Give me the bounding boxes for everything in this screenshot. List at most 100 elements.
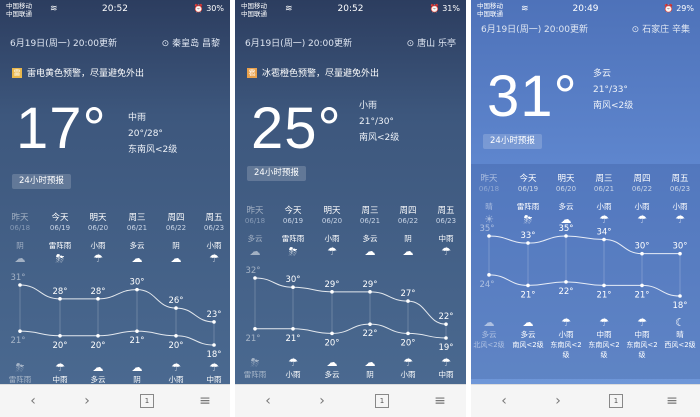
forecast-day-condition: 多云 bbox=[129, 241, 145, 250]
high-temp-point bbox=[368, 290, 372, 294]
night-forecast-3: ☁ 阴 bbox=[351, 356, 389, 380]
day-wind: 东南风<2级 bbox=[588, 341, 620, 359]
battery-level: ⏰ 30% bbox=[194, 4, 224, 13]
battery-level: ⏰ 29% bbox=[664, 4, 694, 13]
back-icon[interactable]: ‹ bbox=[495, 393, 513, 409]
tabs-button[interactable]: 1 bbox=[375, 394, 389, 408]
forecast-day-4: 周四 06/22 阴 ☁ bbox=[157, 213, 195, 265]
forecast-day-label: 周三 bbox=[361, 206, 379, 216]
low-temp-label: 22° bbox=[362, 329, 377, 339]
hourly-forecast-button[interactable]: 24小时预报 bbox=[247, 166, 306, 181]
high-temp-label: 27° bbox=[400, 289, 415, 299]
high-temp-point bbox=[640, 251, 644, 256]
weather-day-icon: ☂ bbox=[327, 245, 337, 258]
forecast-day-5: 周五 06/23 小雨 ☂ bbox=[661, 174, 699, 226]
high-temp-label: 30° bbox=[634, 242, 649, 252]
forecast-day-2: 明天 06/20 小雨 ☂ bbox=[313, 206, 351, 258]
night-forecast-5: ☂ 中雨 bbox=[427, 356, 465, 380]
back-icon[interactable]: ‹ bbox=[259, 393, 277, 409]
low-temp-label: 21° bbox=[634, 290, 649, 300]
forecast-date: 06/18 bbox=[478, 185, 500, 193]
wind-info: 南风<2级 bbox=[593, 101, 634, 111]
low-temp-point bbox=[368, 322, 372, 326]
night-condition: 阴 bbox=[366, 370, 374, 379]
high-temp-point bbox=[253, 276, 257, 280]
high-temp-point bbox=[444, 322, 448, 326]
low-temp-point bbox=[487, 273, 491, 277]
forecast-day-label: 周五 bbox=[671, 174, 689, 184]
back-icon[interactable]: ‹ bbox=[24, 393, 42, 409]
high-temp-point bbox=[602, 237, 606, 242]
forecast-date: 06/18 bbox=[244, 217, 266, 225]
day-wind: 西风<2级 bbox=[664, 341, 696, 349]
location-selector[interactable]: ⊙ 石家庄 辛集 bbox=[632, 22, 690, 35]
menu-icon[interactable]: ≡ bbox=[431, 393, 449, 409]
weather-night-icon: ☂ bbox=[561, 316, 571, 329]
low-temp-point bbox=[96, 333, 100, 338]
forecast-date: 06/22 bbox=[631, 185, 653, 193]
forecast-day-condition: 小雨 bbox=[634, 202, 650, 211]
low-temp-point bbox=[18, 329, 22, 333]
weather-day-icon: ⛈ bbox=[55, 252, 65, 265]
low-temp-point bbox=[174, 333, 178, 338]
low-temp-label: 20° bbox=[90, 341, 105, 351]
low-temp-label: 20° bbox=[52, 341, 67, 351]
low-temp-point bbox=[444, 336, 448, 340]
high-temp-label: 22° bbox=[438, 312, 453, 322]
status-bar: 中国移动 中国联通 ≋ 20:52 ⏰ 30% bbox=[0, 0, 230, 20]
low-temp-label: 20° bbox=[168, 341, 183, 351]
high-temp-label: 32° bbox=[245, 266, 260, 276]
menu-icon[interactable]: ≡ bbox=[663, 393, 681, 409]
current-condition-block: 多云 21°/33° 南风<2级 bbox=[593, 66, 633, 114]
night-forecast-1: ☁ 多云 南风<2级 bbox=[509, 316, 547, 350]
forecast-day-label: 周三 bbox=[128, 213, 146, 223]
night-forecast-5: ☂ 中雨 bbox=[195, 361, 230, 385]
low-temp-point bbox=[291, 326, 295, 331]
low-temp-point bbox=[135, 329, 139, 333]
night-condition: 中雨 bbox=[596, 330, 612, 339]
night-forecast-2: ☁ 多云 bbox=[79, 361, 117, 385]
alarm-icon: ⏰ bbox=[193, 4, 207, 13]
tabs-button[interactable]: 1 bbox=[609, 394, 623, 408]
high-temp-point bbox=[58, 297, 62, 301]
low-temp-point bbox=[330, 331, 334, 336]
night-condition: 中雨 bbox=[438, 370, 454, 379]
thunder-alert-icon: 雷 bbox=[12, 67, 22, 78]
forecast-day-label: 周五 bbox=[205, 213, 223, 223]
hourly-forecast-button[interactable]: 24小时预报 bbox=[483, 134, 542, 149]
tabs-button[interactable]: 1 bbox=[140, 394, 154, 408]
screenshot-collage: 中国移动 中国联通 ≋ 20:52 ⏰ 30% 6月19日(周一) 20:00更… bbox=[0, 0, 700, 417]
weather-day-icon: ☁ bbox=[249, 245, 261, 258]
low-temp-label: 21° bbox=[596, 290, 611, 300]
forecast-date: 06/21 bbox=[593, 185, 615, 193]
forecast-day-condition: 中雨 bbox=[438, 234, 454, 243]
weather-night-icon: ☁ bbox=[522, 316, 534, 329]
location-selector[interactable]: ⊙ 秦皇岛 昌黎 bbox=[162, 36, 220, 49]
forecast-day-5: 周五 06/23 中雨 ☂ bbox=[427, 206, 465, 258]
weather-night-icon: ☁ bbox=[131, 361, 143, 374]
forecast-day-condition: 多云 bbox=[558, 202, 574, 211]
weather-alert[interactable]: 雹 冰雹橙色预警，尽量避免外出 bbox=[247, 66, 379, 79]
high-temp-point bbox=[212, 320, 216, 324]
location-pin-icon: ⊙ bbox=[406, 39, 415, 49]
forecast-date: 06/22 bbox=[165, 224, 187, 232]
menu-icon[interactable]: ≡ bbox=[196, 393, 214, 409]
alert-text: 冰雹橙色预警，尽量避免外出 bbox=[262, 69, 380, 79]
high-temp-point bbox=[330, 290, 334, 294]
high-temp-label: 35° bbox=[558, 224, 573, 234]
location-selector[interactable]: ⊙ 唐山 乐亭 bbox=[407, 36, 456, 49]
forecast-day-1: 今天 06/19 雷阵雨 ⛈ bbox=[41, 213, 79, 265]
high-temp-label: 30° bbox=[672, 242, 687, 252]
status-bar: 中国移动 中国联通 ≋ 20:52 ⏰ 31% bbox=[235, 0, 466, 20]
hourly-forecast-button[interactable]: 24小时预报 bbox=[12, 174, 71, 189]
forward-icon[interactable]: › bbox=[549, 393, 567, 409]
night-condition: 多云 bbox=[481, 330, 497, 339]
weather-alert[interactable]: 雷 雷电黄色预警，尽量避免外出 bbox=[12, 66, 144, 79]
forecast-date: 06/22 bbox=[397, 217, 419, 225]
wind-info: 南风<2级 bbox=[359, 133, 400, 143]
night-forecast-0: ⛈ 雷阵雨 bbox=[1, 361, 39, 385]
forecast-day-condition: 小雨 bbox=[672, 202, 688, 211]
forward-icon[interactable]: › bbox=[78, 393, 96, 409]
forward-icon[interactable]: › bbox=[313, 393, 331, 409]
high-temp-point bbox=[406, 299, 410, 303]
